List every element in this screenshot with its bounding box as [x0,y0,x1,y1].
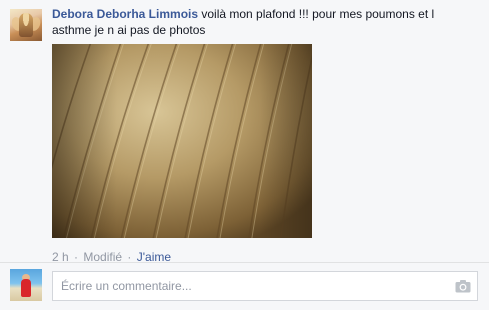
comment-photo[interactable] [52,44,312,238]
divider [0,262,489,263]
camera-icon[interactable] [455,279,471,293]
ceiling-photo-image [52,44,312,238]
current-user-avatar [10,269,42,301]
comment-body: Debora Deborha Limmois voilà mon plafond… [52,6,472,38]
comment-input-box [52,271,478,301]
comment-input[interactable] [53,272,457,300]
comment-author-link[interactable]: Debora Deborha Limmois [52,7,198,21]
author-avatar[interactable] [10,9,42,41]
avatar-figure [19,13,33,37]
avatar-person [21,279,31,297]
